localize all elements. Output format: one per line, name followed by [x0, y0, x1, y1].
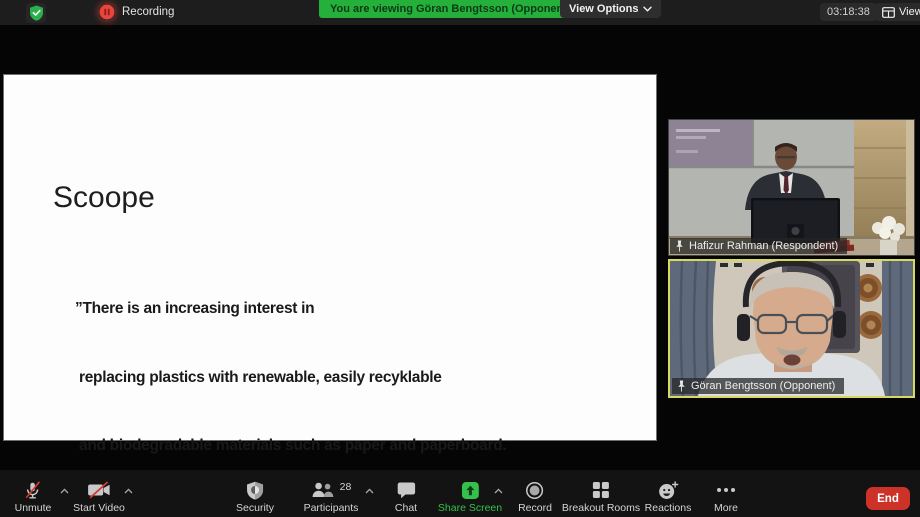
- record-icon: [525, 481, 544, 500]
- view-layout-button[interactable]: View: [875, 3, 920, 21]
- record-label: Record: [518, 502, 552, 514]
- recording-indicator: Recording: [99, 4, 174, 20]
- chevron-down-icon: [643, 6, 652, 12]
- audio-options-caret[interactable]: [60, 488, 69, 494]
- end-meeting-label: End: [877, 493, 899, 505]
- breakout-rooms-icon: [592, 481, 610, 499]
- gallery-view-icon: [882, 7, 895, 18]
- chat-button[interactable]: Chat: [395, 481, 417, 514]
- security-button[interactable]: Security: [236, 481, 274, 514]
- unmute-button[interactable]: Unmute: [15, 481, 52, 514]
- meeting-info-shield-button[interactable]: [26, 3, 46, 23]
- view-options-label: View Options: [569, 3, 638, 15]
- shared-screen-slide: Scoope ”There is an increasing interest …: [3, 74, 657, 441]
- video-off-icon: [87, 481, 111, 499]
- video-tile-goran-bengtsson-active-speaker[interactable]: Göran Bengtsson (Opponent): [668, 259, 915, 398]
- quote-line: ”There is an increasing interest in: [75, 298, 551, 321]
- unmute-label: Unmute: [15, 502, 52, 514]
- top-bar: Recording You are viewing Göran Bengtsso…: [0, 0, 920, 25]
- view-layout-label: View: [899, 6, 920, 18]
- pin-icon: [675, 240, 684, 252]
- microphone-muted-icon: [23, 480, 43, 500]
- record-button[interactable]: Record: [518, 481, 552, 514]
- more-button[interactable]: More: [714, 481, 738, 514]
- participant-name-tag: Hafizur Rahman (Respondent): [670, 238, 847, 254]
- reactions-button[interactable]: Reactions: [645, 481, 692, 514]
- end-meeting-button[interactable]: End: [866, 487, 910, 510]
- share-options-caret[interactable]: [494, 488, 503, 494]
- more-dots-icon: [716, 487, 736, 493]
- participant-name: Hafizur Rahman (Respondent): [689, 240, 838, 252]
- view-options-button[interactable]: View Options: [560, 0, 661, 18]
- quote-line: and biodegradable materials such as pape…: [75, 435, 551, 458]
- breakout-rooms-label: Breakout Rooms: [562, 502, 640, 514]
- participants-icon: [311, 481, 337, 499]
- participant-name-tag: Göran Bengtsson (Opponent): [672, 378, 844, 394]
- chat-bubble-icon: [397, 481, 416, 499]
- share-screen-label: Share Screen: [438, 502, 502, 514]
- pin-icon: [677, 380, 686, 392]
- reactions-label: Reactions: [645, 502, 692, 514]
- share-screen-icon: [462, 482, 479, 499]
- shield-check-icon: [29, 5, 44, 21]
- security-label: Security: [236, 502, 274, 514]
- participants-options-caret[interactable]: [365, 488, 374, 494]
- meeting-timer: 03:18:38: [820, 3, 877, 21]
- zoom-meeting-window: Recording You are viewing Göran Bengtsso…: [0, 0, 920, 517]
- participants-button[interactable]: 28 Participants: [304, 481, 359, 514]
- breakout-rooms-button[interactable]: Breakout Rooms: [562, 481, 640, 514]
- more-label: More: [714, 502, 738, 514]
- participant-name: Göran Bengtsson (Opponent): [691, 380, 835, 392]
- participants-label: Participants: [304, 502, 359, 514]
- video-tile-hafizur-rahman[interactable]: Hafizur Rahman (Respondent): [668, 119, 915, 256]
- video-frame-lecture-room: [669, 120, 914, 255]
- start-video-button[interactable]: Start Video: [73, 481, 125, 514]
- chat-label: Chat: [395, 502, 417, 514]
- participants-count: 28: [340, 481, 352, 493]
- share-screen-button[interactable]: Share Screen: [438, 481, 502, 514]
- reactions-smiley-icon: [657, 481, 678, 500]
- video-options-caret[interactable]: [124, 488, 133, 494]
- recording-label: Recording: [122, 6, 174, 18]
- recording-pause-icon[interactable]: [99, 4, 115, 20]
- slide-title: Scoope: [53, 181, 155, 215]
- start-video-label: Start Video: [73, 502, 125, 514]
- meeting-timer-value: 03:18:38: [827, 6, 870, 18]
- video-frame-webcam: [670, 261, 913, 396]
- quote-line: replacing plastics with renewable, easil…: [75, 367, 551, 390]
- security-shield-icon: [246, 481, 264, 500]
